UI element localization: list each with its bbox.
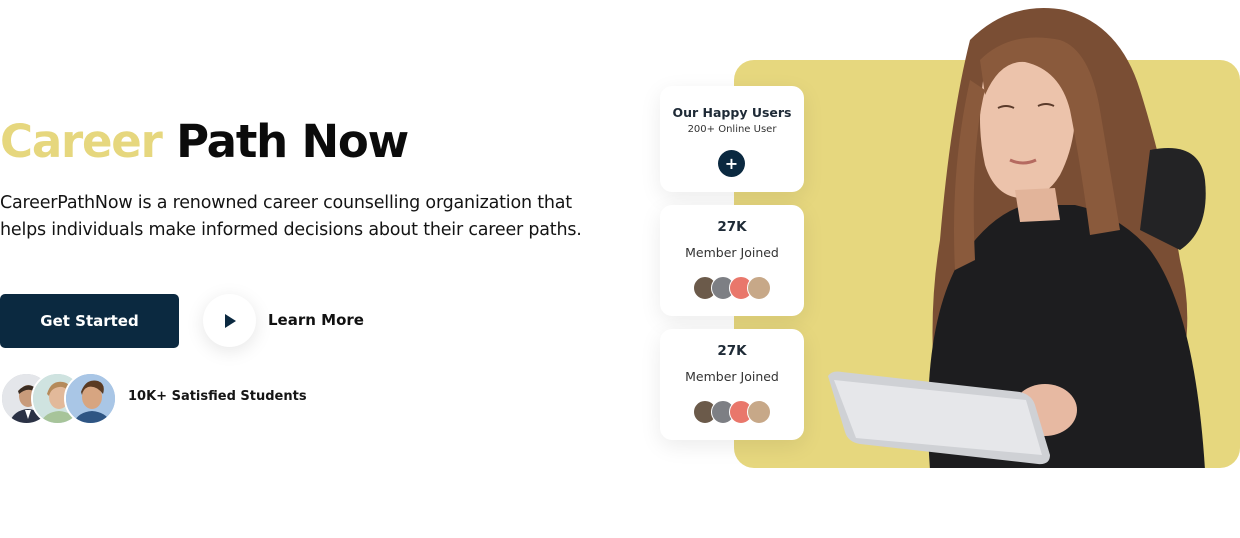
members-count: 27K bbox=[717, 343, 747, 359]
satisfied-students-label: 10K+ Satisfied Students bbox=[128, 389, 307, 404]
member-avatar bbox=[747, 400, 771, 424]
online-users-count: 200+ Online User bbox=[687, 124, 777, 135]
members-label: Member Joined bbox=[685, 369, 779, 384]
hero-person-image bbox=[828, 8, 1206, 468]
hero-description: CareerPathNow is a renowned career couns… bbox=[0, 193, 582, 240]
student-avatar bbox=[64, 372, 117, 425]
learn-more-link[interactable]: Learn More bbox=[268, 311, 364, 329]
play-button[interactable] bbox=[203, 294, 256, 347]
members-label: Member Joined bbox=[685, 245, 779, 260]
members-joined-card: 27K Member Joined bbox=[660, 205, 804, 316]
happy-users-title: Our Happy Users bbox=[672, 105, 792, 120]
add-user-button[interactable]: + bbox=[718, 150, 745, 177]
get-started-button[interactable]: Get Started bbox=[0, 294, 179, 348]
member-avatar-group bbox=[693, 276, 773, 300]
member-avatar-group bbox=[693, 400, 773, 424]
members-count: 27K bbox=[717, 219, 747, 235]
members-joined-card: 27K Member Joined bbox=[660, 329, 804, 440]
students-avatar-group bbox=[0, 372, 120, 426]
hero-title: Career Path Now bbox=[0, 112, 409, 172]
hero-title-accent: Career bbox=[0, 115, 163, 168]
happy-users-card: Our Happy Users 200+ Online User + bbox=[660, 86, 804, 192]
plus-icon: + bbox=[724, 154, 739, 173]
member-avatar bbox=[747, 276, 771, 300]
hero-title-rest: Path Now bbox=[176, 115, 409, 168]
play-icon bbox=[224, 313, 236, 328]
